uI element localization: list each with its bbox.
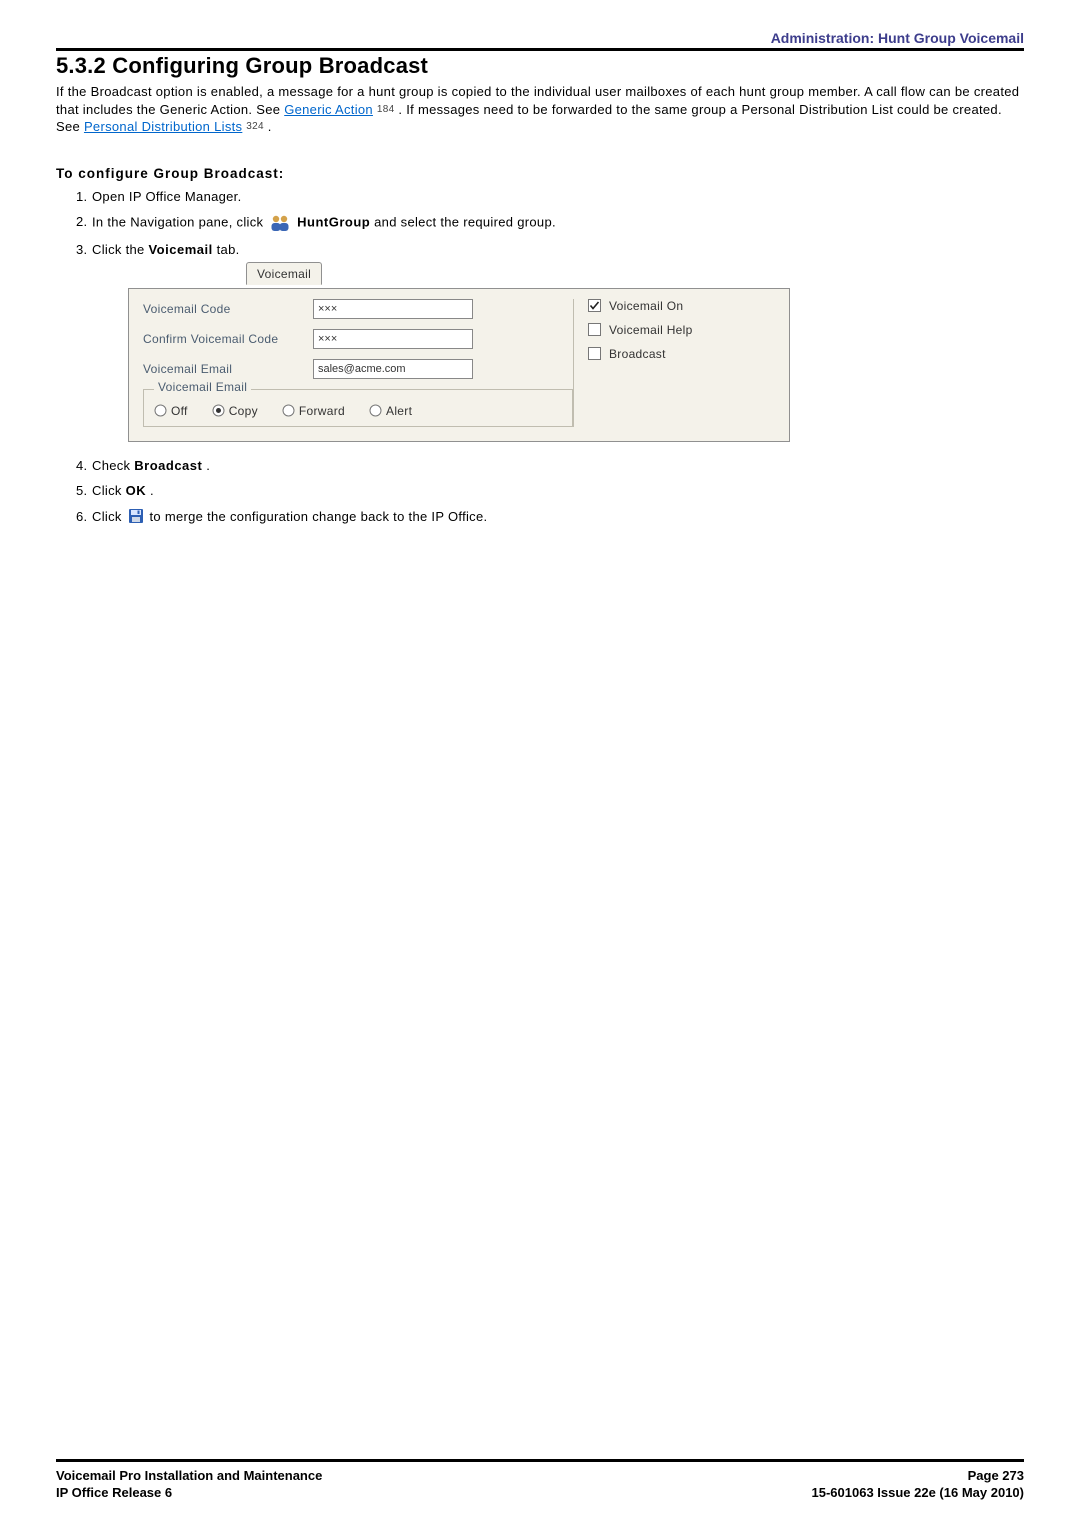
- ref-generic-action: 184: [377, 104, 395, 115]
- radio-off-label: Off: [171, 404, 188, 418]
- checkbox-voicemail-help[interactable]: [588, 323, 601, 336]
- step-5-text-a: Click: [92, 483, 126, 498]
- step-4: 4.Check Broadcast .: [92, 458, 1024, 473]
- legend-voicemail-email: Voicemail Email: [154, 380, 251, 394]
- step-6-text-b: to merge the configuration change back t…: [150, 509, 488, 524]
- label-voicemail-help: Voicemail Help: [609, 323, 693, 337]
- radio-option-copy[interactable]: Copy: [212, 404, 258, 418]
- step-3-voicemail-label: Voicemail: [148, 242, 212, 257]
- footer-release: IP Office Release 6: [56, 1485, 322, 1502]
- step-6-text-a: Click: [92, 509, 126, 524]
- step-2: 2.In the Navigation pane, click HuntGrou…: [92, 214, 1024, 232]
- section-heading: 5.3.2 Configuring Group Broadcast: [56, 53, 1024, 79]
- step-1: 1.Open IP Office Manager.: [92, 189, 1024, 204]
- footer-doc-title: Voicemail Pro Installation and Maintenan…: [56, 1468, 322, 1485]
- radio-icon: [369, 404, 382, 417]
- step-2-text-c: and select the required group.: [374, 214, 556, 229]
- fieldset-voicemail-email: Voicemail Email Off: [143, 389, 573, 427]
- radio-option-off[interactable]: Off: [154, 404, 188, 418]
- page-header-breadcrumb: Administration: Hunt Group Voicemail: [56, 30, 1024, 46]
- radio-icon: [282, 404, 295, 417]
- step-2-text-a: In the Navigation pane, click: [92, 214, 267, 229]
- save-icon: [128, 508, 144, 524]
- step-1-text: Open IP Office Manager.: [92, 189, 242, 204]
- step-5: 5.Click OK .: [92, 483, 1024, 498]
- link-personal-distribution-lists[interactable]: Personal Distribution Lists: [84, 119, 242, 134]
- step-4-text-a: Check: [92, 458, 134, 473]
- radio-option-forward[interactable]: Forward: [282, 404, 345, 418]
- radio-icon-selected: [212, 404, 225, 417]
- input-voicemail-email[interactable]: [313, 359, 473, 379]
- step-3: 3.Click the Voicemail tab. Voicemail Voi…: [92, 242, 1024, 442]
- label-voicemail-on: Voicemail On: [609, 299, 683, 313]
- label-voicemail-email: Voicemail Email: [143, 362, 313, 376]
- voicemail-panel: Voicemail Code Confirm Voicemail Code Vo…: [128, 288, 790, 442]
- label-voicemail-code: Voicemail Code: [143, 302, 313, 316]
- checkbox-broadcast[interactable]: [588, 347, 601, 360]
- step-5-ok-label: OK: [126, 483, 147, 498]
- footer-page-number: Page 273: [812, 1468, 1025, 1485]
- huntgroup-icon: [270, 214, 290, 232]
- step-3-text-a: Click the: [92, 242, 148, 257]
- step-4-broadcast-label: Broadcast: [134, 458, 202, 473]
- input-voicemail-code[interactable]: [313, 299, 473, 319]
- section-number: 5.3.2: [56, 53, 106, 78]
- radio-option-alert[interactable]: Alert: [369, 404, 412, 418]
- header-rule: [56, 48, 1024, 51]
- step-4-text-c: .: [206, 458, 210, 473]
- intro-paragraph: If the Broadcast option is enabled, a me…: [56, 83, 1024, 136]
- label-confirm-voicemail-code: Confirm Voicemail Code: [143, 332, 313, 346]
- radio-icon: [154, 404, 167, 417]
- checkbox-voicemail-on[interactable]: [588, 299, 601, 312]
- section-title: Configuring Group Broadcast: [112, 53, 428, 78]
- radio-copy-label: Copy: [229, 404, 258, 418]
- link-generic-action[interactable]: Generic Action: [284, 102, 373, 117]
- footer-doc-id: 15-601063 Issue 22e (16 May 2010): [812, 1485, 1025, 1502]
- step-5-text-c: .: [150, 483, 154, 498]
- input-confirm-voicemail-code[interactable]: [313, 329, 473, 349]
- label-broadcast: Broadcast: [609, 347, 666, 361]
- radio-alert-label: Alert: [386, 404, 412, 418]
- step-2-huntgroup-label: HuntGroup: [297, 214, 370, 229]
- step-3-text-c: tab.: [217, 242, 240, 257]
- ref-personal-distribution-lists: 324: [246, 121, 264, 132]
- radio-forward-label: Forward: [299, 404, 345, 418]
- procedure-heading: To configure Group Broadcast:: [56, 166, 1024, 181]
- footer-rule: [56, 1459, 1024, 1462]
- step-6: 6.Click to merge the configuration chang…: [92, 508, 1024, 524]
- steps-list: 1.Open IP Office Manager. 2.In the Navig…: [56, 189, 1024, 524]
- intro-text-c: .: [268, 119, 272, 134]
- page-footer: Voicemail Pro Installation and Maintenan…: [56, 1459, 1024, 1502]
- tab-voicemail[interactable]: Voicemail: [246, 262, 322, 285]
